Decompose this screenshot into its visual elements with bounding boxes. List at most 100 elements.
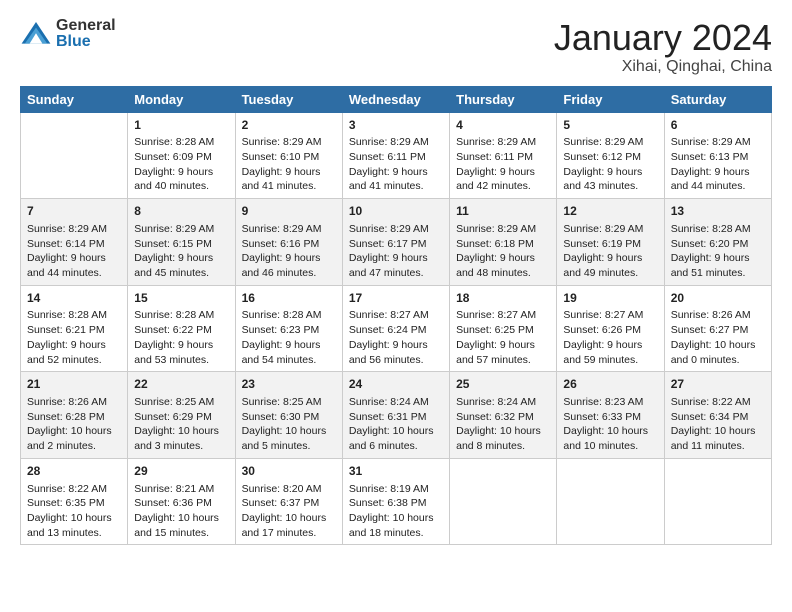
cell-1-3: 2Sunrise: 8:29 AMSunset: 6:10 PMDaylight… — [235, 112, 342, 199]
day-info-line: Sunrise: 8:29 AM — [242, 135, 336, 150]
day-info-line: Sunset: 6:13 PM — [671, 150, 765, 165]
logo: General Blue — [20, 18, 116, 50]
day-info-line: Sunrise: 8:29 AM — [563, 222, 657, 237]
day-info-line: Sunrise: 8:29 AM — [563, 135, 657, 150]
day-info-line: Daylight: 9 hours — [671, 251, 765, 266]
day-info-line: Sunrise: 8:23 AM — [563, 395, 657, 410]
day-info-line: Sunset: 6:25 PM — [456, 323, 550, 338]
cell-4-4: 24Sunrise: 8:24 AMSunset: 6:31 PMDayligh… — [342, 372, 449, 459]
day-info-line: Sunset: 6:12 PM — [563, 150, 657, 165]
day-info-line: Daylight: 10 hours — [456, 424, 550, 439]
day-info-line: Sunrise: 8:28 AM — [134, 135, 228, 150]
day-info-line: Sunset: 6:37 PM — [242, 496, 336, 511]
day-info-line: Daylight: 9 hours — [563, 338, 657, 353]
day-info-line: Sunrise: 8:29 AM — [242, 222, 336, 237]
day-info-line: Sunrise: 8:20 AM — [242, 482, 336, 497]
cell-2-6: 12Sunrise: 8:29 AMSunset: 6:19 PMDayligh… — [557, 199, 664, 286]
cell-1-6: 5Sunrise: 8:29 AMSunset: 6:12 PMDaylight… — [557, 112, 664, 199]
day-info-line: Daylight: 10 hours — [27, 511, 121, 526]
cell-1-7: 6Sunrise: 8:29 AMSunset: 6:13 PMDaylight… — [664, 112, 771, 199]
day-info-line: Daylight: 10 hours — [242, 424, 336, 439]
day-info-line: Sunrise: 8:28 AM — [242, 308, 336, 323]
day-info-line: Sunset: 6:22 PM — [134, 323, 228, 338]
day-info-line: Sunrise: 8:25 AM — [134, 395, 228, 410]
day-info-line: Sunset: 6:30 PM — [242, 410, 336, 425]
day-info-line: Daylight: 10 hours — [134, 511, 228, 526]
day-info-line: and 44 minutes. — [27, 266, 121, 281]
day-info-line: Daylight: 9 hours — [563, 165, 657, 180]
day-info-line: Sunrise: 8:29 AM — [349, 222, 443, 237]
day-info-line: Sunrise: 8:22 AM — [27, 482, 121, 497]
col-header-wednesday: Wednesday — [342, 86, 449, 112]
day-info-line: and 41 minutes. — [349, 179, 443, 194]
location: Xihai, Qinghai, China — [554, 58, 772, 76]
day-number: 29 — [134, 463, 228, 480]
day-info-line: Daylight: 9 hours — [349, 251, 443, 266]
day-info-line: Sunrise: 8:29 AM — [671, 135, 765, 150]
cell-1-2: 1Sunrise: 8:28 AMSunset: 6:09 PMDaylight… — [128, 112, 235, 199]
cell-1-1 — [21, 112, 128, 199]
day-info-line: and 3 minutes. — [134, 439, 228, 454]
cell-4-6: 26 Sunrise: 8:23 AMSunset: 6:33 PMDayligh… — [557, 372, 664, 459]
day-info-line: Sunset: 6:11 PM — [456, 150, 550, 165]
day-info-line: and 53 minutes. — [134, 353, 228, 368]
day-info-line: Daylight: 10 hours — [563, 424, 657, 439]
col-header-monday: Monday — [128, 86, 235, 112]
day-number: 24 — [349, 376, 443, 393]
day-info-line: Sunset: 6:15 PM — [134, 237, 228, 252]
logo-text: General Blue — [56, 18, 116, 50]
day-info-line: and 15 minutes. — [134, 526, 228, 541]
day-info-line: Daylight: 10 hours — [349, 511, 443, 526]
day-number: 13 — [671, 203, 765, 220]
day-info-line: Sunrise: 8:29 AM — [349, 135, 443, 150]
logo-icon — [20, 18, 52, 50]
day-number: 11 — [456, 203, 550, 220]
day-info-line: and 43 minutes. — [563, 179, 657, 194]
day-info-line: Daylight: 10 hours — [671, 338, 765, 353]
cell-3-6: 19Sunrise: 8:27 AMSunset: 6:26 PMDayligh… — [557, 285, 664, 372]
day-number: 5 — [563, 117, 657, 134]
day-info-line: Sunset: 6:09 PM — [134, 150, 228, 165]
day-info-line: and 45 minutes. — [134, 266, 228, 281]
day-info-line: Sunset: 6:33 PM — [563, 410, 657, 425]
day-info-line: Sunset: 6:21 PM — [27, 323, 121, 338]
day-info-line: Sunrise: 8:19 AM — [349, 482, 443, 497]
day-info-line: Sunset: 6:29 PM — [134, 410, 228, 425]
cell-5-2: 29Sunrise: 8:21 AMSunset: 6:36 PMDayligh… — [128, 458, 235, 545]
day-number: 3 — [349, 117, 443, 134]
cell-2-7: 13Sunrise: 8:28 AMSunset: 6:20 PMDayligh… — [664, 199, 771, 286]
day-number: 26 — [563, 376, 657, 393]
day-info-line: Daylight: 9 hours — [456, 251, 550, 266]
day-number: 25 — [456, 376, 550, 393]
day-info-line: and 8 minutes. — [456, 439, 550, 454]
day-number: 28 — [27, 463, 121, 480]
day-info-line: Sunset: 6:14 PM — [27, 237, 121, 252]
day-info-line: Sunset: 6:19 PM — [563, 237, 657, 252]
day-info-line: Sunset: 6:24 PM — [349, 323, 443, 338]
day-info-line: Daylight: 9 hours — [242, 251, 336, 266]
col-header-saturday: Saturday — [664, 86, 771, 112]
day-info-line: and 2 minutes. — [27, 439, 121, 454]
day-info-line: Daylight: 10 hours — [671, 424, 765, 439]
cell-5-1: 28Sunrise: 8:22 AMSunset: 6:35 PMDayligh… — [21, 458, 128, 545]
day-info-line: Daylight: 9 hours — [134, 338, 228, 353]
day-info-line: and 48 minutes. — [456, 266, 550, 281]
cell-4-3: 23Sunrise: 8:25 AMSunset: 6:30 PMDayligh… — [235, 372, 342, 459]
cell-5-5 — [450, 458, 557, 545]
day-number: 18 — [456, 290, 550, 307]
day-number: 17 — [349, 290, 443, 307]
cell-5-6 — [557, 458, 664, 545]
cell-2-1: 7Sunrise: 8:29 AMSunset: 6:14 PMDaylight… — [21, 199, 128, 286]
day-info-line: Daylight: 9 hours — [27, 251, 121, 266]
cell-4-7: 27Sunrise: 8:22 AMSunset: 6:34 PMDayligh… — [664, 372, 771, 459]
day-info-line: Sunset: 6:10 PM — [242, 150, 336, 165]
cell-4-2: 22Sunrise: 8:25 AMSunset: 6:29 PMDayligh… — [128, 372, 235, 459]
day-info-line: and 46 minutes. — [242, 266, 336, 281]
day-info-line: and 40 minutes. — [134, 179, 228, 194]
cell-2-2: 8Sunrise: 8:29 AMSunset: 6:15 PMDaylight… — [128, 199, 235, 286]
day-info-line: and 13 minutes. — [27, 526, 121, 541]
day-number: 8 — [134, 203, 228, 220]
day-info-line: and 17 minutes. — [242, 526, 336, 541]
day-info-line: and 42 minutes. — [456, 179, 550, 194]
day-info-line: Daylight: 9 hours — [456, 165, 550, 180]
